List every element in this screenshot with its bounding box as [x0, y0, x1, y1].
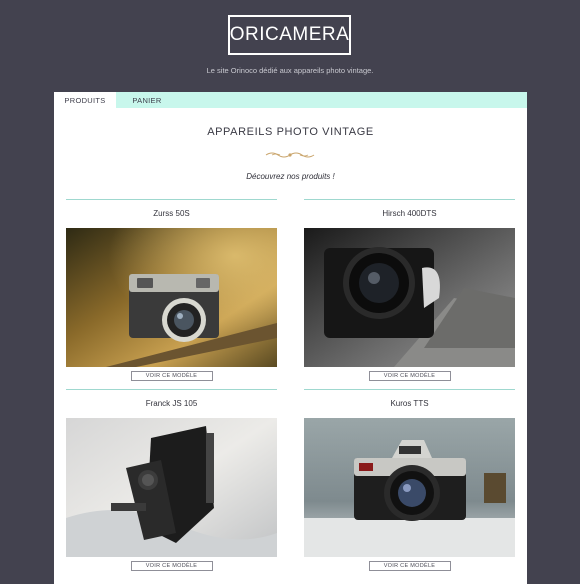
product-photo[interactable] [66, 228, 277, 367]
view-product-button[interactable]: VOIR CE MODÈLE [368, 561, 451, 571]
card-divider [304, 199, 515, 200]
product-card: Hirsch 400DTS VOIR CE MODÈLE [304, 199, 515, 381]
ornament-divider-icon [265, 152, 315, 158]
card-divider [304, 389, 515, 390]
product-photo[interactable] [304, 418, 515, 557]
view-product-button[interactable]: VOIR CE MODÈLE [130, 561, 213, 571]
tab-bar: PRODUITS PANIER [54, 92, 527, 108]
product-card: Franck JS 105 VOIR CE MODÈLE [66, 389, 277, 571]
tab-panier[interactable]: PANIER [116, 92, 178, 108]
card-divider [66, 199, 277, 200]
site-header: ORICAMERA Le site Orinoco dédié aux appa… [0, 0, 580, 92]
product-name: Franck JS 105 [145, 399, 198, 408]
card-divider [66, 389, 277, 390]
product-card: Zurss 50S VOIR CE MODÈLE [66, 199, 277, 381]
product-name: Hirsch 400DTS [382, 209, 437, 218]
intro-text: Découvrez nos produits ! [246, 172, 335, 181]
view-product-button[interactable]: VOIR CE MODÈLE [368, 371, 451, 381]
page-title: APPAREILS PHOTO VINTAGE [207, 126, 374, 138]
product-name: Kuros TTS [390, 399, 429, 408]
product-name: Zurss 50S [153, 209, 190, 218]
main-panel: PRODUITS PANIER APPAREILS PHOTO VINTAGE … [54, 92, 527, 584]
site-logo[interactable]: ORICAMERA [228, 15, 351, 55]
product-photo[interactable] [304, 228, 515, 367]
product-card: Kuros TTS VOIR CE MODÈLE [304, 389, 515, 571]
tab-produits[interactable]: PRODUITS [54, 92, 116, 108]
view-product-button[interactable]: VOIR CE MODÈLE [130, 371, 213, 381]
site-tagline: Le site Orinoco dédié aux appareils phot… [206, 66, 374, 75]
product-photo[interactable] [66, 418, 277, 557]
